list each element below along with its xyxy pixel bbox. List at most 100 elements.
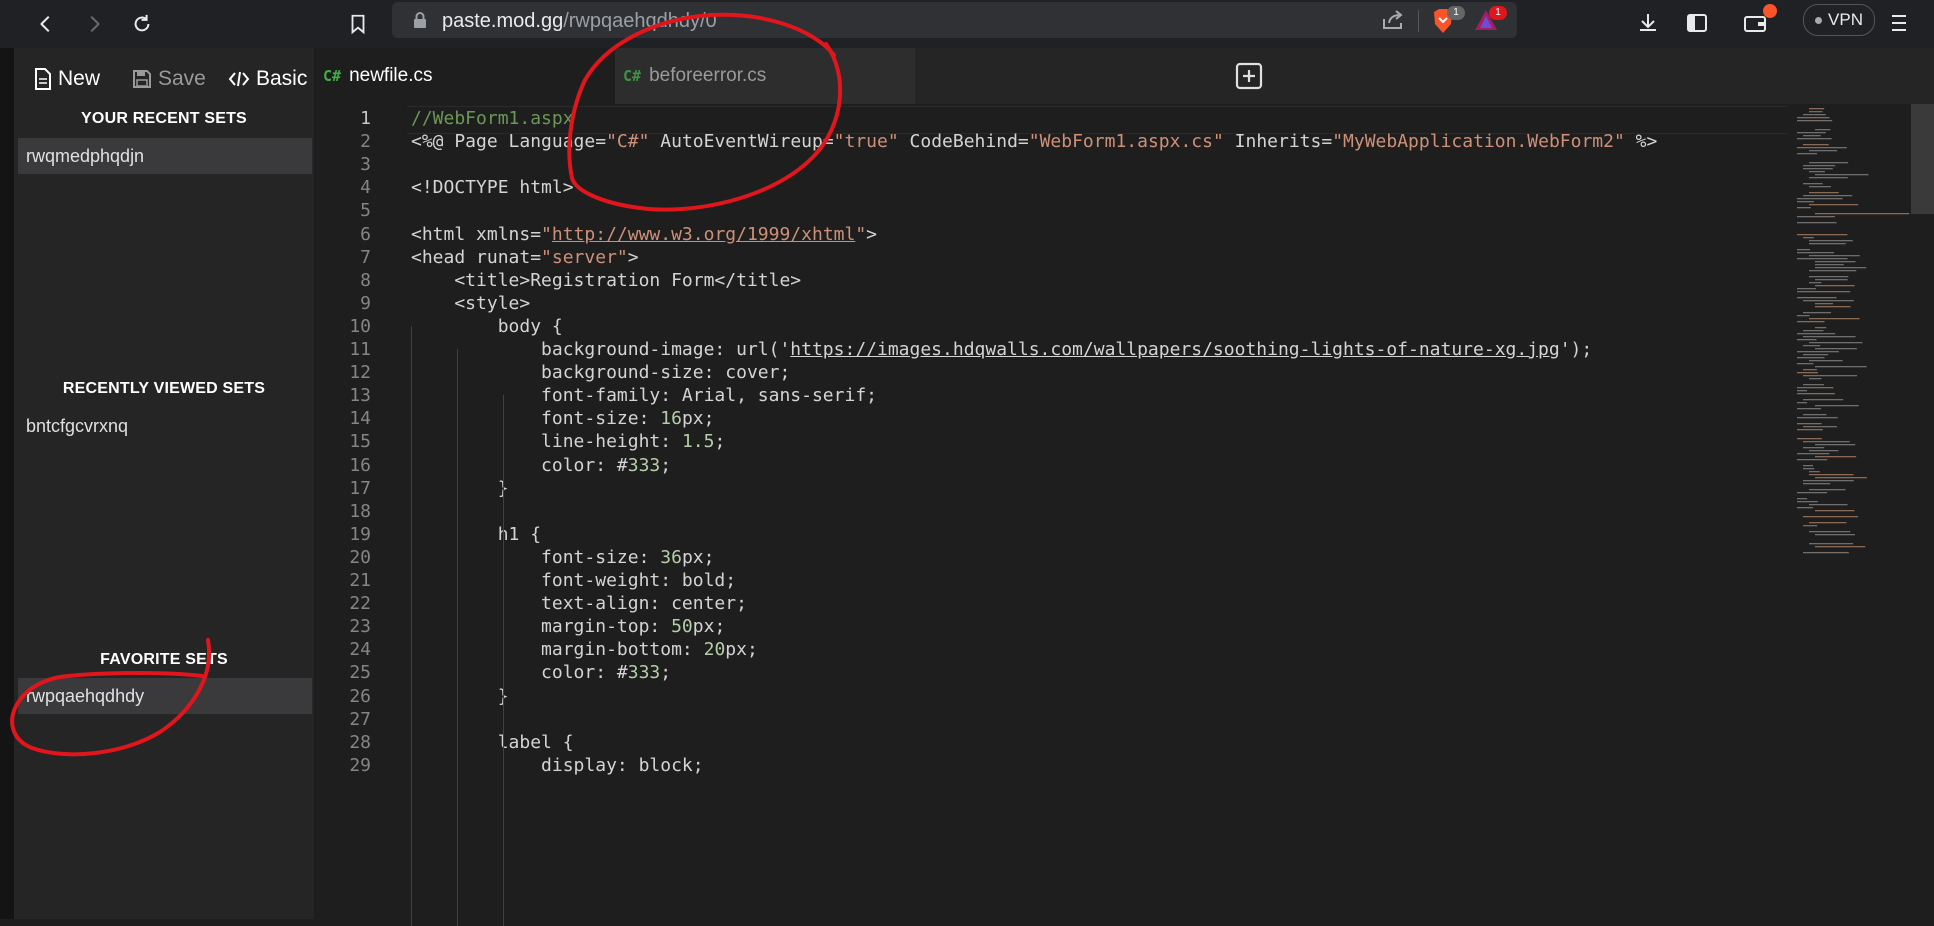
share-icon[interactable] (1381, 9, 1407, 31)
downloads-button[interactable] (1633, 8, 1663, 38)
code-line[interactable]: <html xmlns="http://www.w3.org/1999/xhtm… (411, 224, 877, 245)
line-number: 2 (360, 131, 371, 153)
minimap-line (1803, 480, 1854, 482)
minimap-line (1797, 138, 1832, 140)
code-line[interactable]: font-family: Arial, sans-serif; (411, 385, 877, 406)
minimap-line (1797, 390, 1808, 392)
line-number: 11 (349, 339, 371, 360)
minimap-line (1815, 285, 1855, 287)
minimap-line (1815, 213, 1910, 215)
minimap-line (1803, 441, 1850, 443)
favorite-set-item[interactable]: rwpqaehqdhdy (18, 678, 312, 714)
minimap-line (1797, 501, 1818, 503)
sidebar-toggle-button[interactable] (1682, 8, 1712, 38)
minimap-line (1803, 426, 1837, 428)
minimap-line (1797, 252, 1835, 254)
minimap-line (1797, 339, 1817, 341)
code-line[interactable]: <%@ Page Language="C#" AutoEventWireup="… (411, 131, 1657, 152)
shield-count-badge: 1 (1447, 6, 1465, 20)
code-line[interactable]: label { (411, 732, 574, 753)
code-line[interactable]: line-height: 1.5; (411, 431, 725, 452)
line-number: 24 (349, 639, 371, 661)
editor-scrollbar-thumb[interactable] (1911, 104, 1934, 214)
back-button[interactable] (28, 6, 64, 42)
code-token: } (411, 685, 509, 707)
minimap-line (1797, 201, 1814, 203)
code-line[interactable]: } (411, 478, 509, 499)
code-editor[interactable]: 1 2 3 4 5 6 7 8 9 10 11 12 13 14 15 16 17 18 19 20 21 22 23 24 2… (315, 104, 1934, 926)
tab-beforeerror[interactable]: C# beforeerror.cs (615, 48, 915, 104)
minimap-line (1809, 471, 1820, 473)
minimap-line (1797, 117, 1830, 119)
minimap-line (1815, 303, 1834, 305)
reload-button[interactable] (124, 6, 160, 42)
minimap[interactable] (1793, 104, 1921, 564)
recent-set-item[interactable]: rwqmedphqdjn (18, 138, 312, 174)
minimap-line (1797, 363, 1814, 365)
code-line[interactable]: color: #333; (411, 455, 671, 476)
minimap-line (1797, 222, 1837, 224)
line-number: 22 (349, 593, 371, 615)
code-line[interactable]: background-image: url('https://images.hd… (411, 339, 1592, 360)
code-line[interactable]: } (411, 686, 509, 707)
address-bar[interactable]: paste.mod.gg/rwpqaehqdhdy/0 1 1 (392, 2, 1517, 38)
code-line[interactable]: background-size: cover; (411, 362, 790, 383)
code-line[interactable]: h1 { (411, 524, 541, 545)
add-tab-icon[interactable] (1235, 62, 1263, 90)
line-number: 29 (349, 754, 371, 776)
code-line[interactable]: margin-top: 50px; (411, 616, 725, 637)
tab-newfile[interactable]: C# newfile.cs (315, 48, 615, 104)
line-number: 4 (360, 177, 371, 199)
minimap-line (1815, 327, 1827, 329)
minimap-line (1797, 393, 1835, 395)
line-number: 28 (349, 731, 371, 753)
code-line[interactable]: <title>Registration Form</title> (411, 270, 801, 291)
minimap-line (1815, 444, 1856, 446)
new-button[interactable]: New (34, 62, 100, 96)
save-button[interactable]: Save (132, 62, 206, 96)
code-line[interactable]: <style> (411, 293, 530, 314)
code-line[interactable]: <!DOCTYPE html> (411, 177, 574, 198)
line-number: 12 (349, 362, 371, 384)
viewed-set-item[interactable]: bntcfgcvrxnq (18, 408, 312, 444)
minimap-line (1815, 348, 1857, 350)
download-icon (1640, 14, 1656, 31)
code-line[interactable]: text-align: center; (411, 593, 747, 614)
basic-button[interactable]: Basic (228, 62, 307, 96)
code-line[interactable]: <head runat="server"> (411, 247, 639, 268)
minimap-line (1797, 402, 1808, 404)
code-line[interactable]: color: #333; (411, 662, 671, 683)
minimap-line (1815, 129, 1831, 131)
code-line[interactable]: margin-bottom: 20px; (411, 639, 758, 660)
code-token: line-height: (411, 431, 682, 453)
minimap-line (1803, 300, 1854, 302)
minimap-line (1803, 354, 1829, 356)
brave-rewards-button[interactable]: 1 (1473, 6, 1507, 37)
code-token: margin-bottom: (411, 639, 704, 661)
new-file-icon (35, 68, 51, 90)
code-line[interactable]: font-weight: bold; (411, 570, 736, 591)
brave-shields-button[interactable]: 1 (1431, 6, 1465, 39)
forward-button[interactable] (76, 6, 112, 42)
code-token: <style> (411, 292, 531, 314)
bookmark-button[interactable] (340, 6, 376, 42)
line-number: 16 (349, 454, 371, 476)
browser-menu-button[interactable] (1884, 8, 1914, 38)
minimap-line (1815, 534, 1855, 536)
minimap-line (1809, 177, 1848, 179)
minimap-line (1803, 144, 1829, 146)
minimap-line (1815, 306, 1851, 308)
url-path: /rwpqaehqdhdy/0 (563, 10, 717, 32)
code-token: ; (660, 454, 672, 476)
code-line[interactable]: display: block; (411, 755, 704, 776)
save-disk-icon (133, 70, 151, 88)
code-token: font-size: (411, 408, 661, 430)
minimap-line (1815, 264, 1844, 266)
wallet-button[interactable] (1741, 4, 1777, 38)
line-number: 23 (349, 616, 371, 638)
minimap-line (1797, 315, 1810, 317)
vpn-button[interactable]: VPN (1803, 4, 1875, 36)
minimap-line (1797, 408, 1821, 410)
code-line[interactable]: body { (411, 316, 563, 337)
code-line[interactable]: //WebForm1.aspx (411, 108, 574, 129)
